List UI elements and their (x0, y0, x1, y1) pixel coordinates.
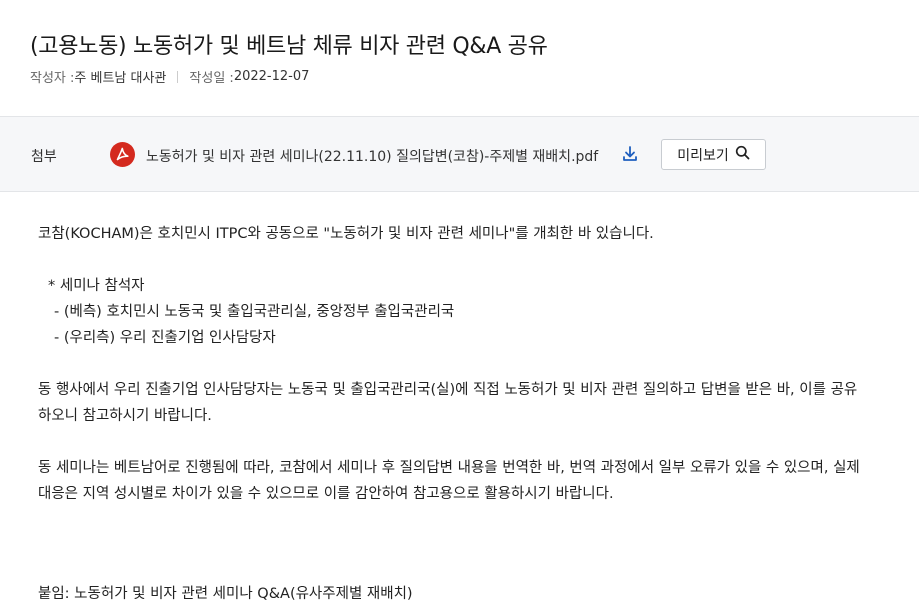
attendee-item: - (우리측) 우리 진출기업 인사담당자 (54, 330, 276, 346)
attachment-label: 첨부 (31, 149, 57, 165)
post-meta: 작성자 : 주 베트남 대사관 작성일 : 2022-12-07 (30, 67, 309, 86)
search-icon (735, 145, 750, 164)
post-header: (고용노동) 노동허가 및 베트남 체류 비자 관련 Q&A 공유 작성자 : … (0, 0, 919, 116)
post-date: 2022-12-07 (233, 69, 310, 84)
attachment-file-link[interactable]: 노동허가 및 비자 관련 세미나(22.11.10) 질의답변(코참)-주제별 … (146, 146, 598, 166)
date-label: 작성일 : (189, 71, 234, 86)
enclosure-note: 붙임: 노동허가 및 비자 관련 세미나 Q&A(유사주제별 재배치) (38, 586, 413, 602)
preview-button-label: 미리보기 (677, 147, 729, 164)
preview-button[interactable]: 미리보기 (661, 139, 766, 170)
author-name: 주 베트남 대사관 (74, 71, 167, 86)
meta-divider (177, 70, 179, 83)
pdf-icon (110, 142, 135, 167)
page-title: (고용노동) 노동허가 및 베트남 체류 비자 관련 Q&A 공유 (30, 34, 548, 59)
paragraph-line: 대응은 지역 성시별로 차이가 있을 수 있으므로 이를 감안하여 참고용으로 … (38, 486, 614, 502)
attendees-heading: * 세미나 참석자 (48, 278, 145, 294)
intro-paragraph: 코참(KOCHAM)은 호치민시 ITPC와 공동으로 "노동허가 및 비자 관… (38, 226, 654, 242)
attachment-bar: 첨부 노동허가 및 비자 관련 세미나(22.11.10) 질의답변(코참)-주… (0, 116, 919, 192)
paragraph-line: 동 세미나는 베트남어로 진행됨에 따라, 코참에서 세미나 후 질의답변 내용… (38, 460, 860, 476)
download-icon[interactable] (621, 145, 639, 163)
paragraph-line: 동 행사에서 우리 진출기업 인사담당자는 노동국 및 출입국관리국(실)에 직… (38, 382, 858, 398)
post-body: 코참(KOCHAM)은 호치민시 ITPC와 공동으로 "노동허가 및 비자 관… (38, 221, 913, 607)
paragraph-line: 하오니 참고하시기 바랍니다. (38, 408, 212, 424)
attendee-item: - (베측) 호치민시 노동국 및 출입국관리실, 중앙정부 출입국관리국 (54, 304, 455, 320)
author-label: 작성자 : (30, 71, 75, 86)
